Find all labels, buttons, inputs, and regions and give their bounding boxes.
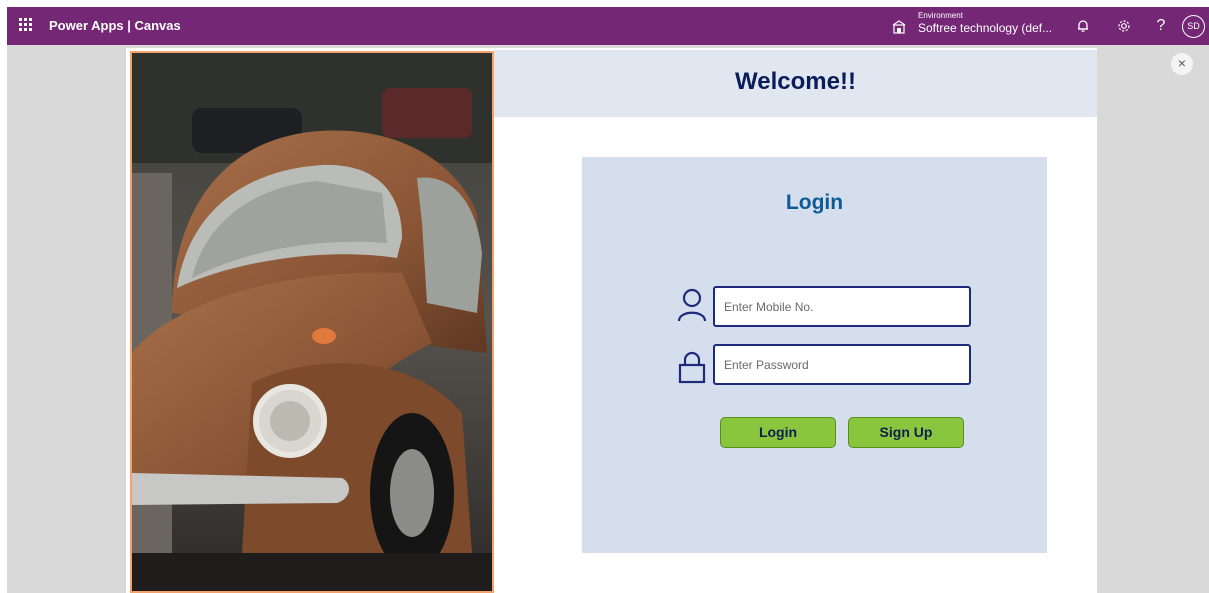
welcome-banner: Welcome!! [494,50,1097,117]
mobile-number-input[interactable] [713,286,971,327]
top-header-bar: Power Apps | Canvas Environment Softree … [7,7,1209,45]
password-input[interactable] [713,344,971,385]
login-title: Login [785,191,844,214]
environment-value: Softree technology (def... [918,21,1053,35]
login-panel: Login Login Sign Up [582,157,1047,553]
user-avatar[interactable]: SD [1182,15,1205,38]
login-button[interactable]: Login [720,417,836,448]
app-launcher-waffle-icon[interactable] [19,18,33,32]
lock-icon [678,351,706,384]
help-icon[interactable]: ? [1152,17,1170,35]
app-title[interactable]: Power Apps | Canvas [49,18,181,33]
sign-up-button[interactable]: Sign Up [848,417,964,448]
close-preview-button[interactable]: × [1171,53,1193,75]
app-screen: Welcome!! Login Login Sign Up [126,48,1097,593]
environment-label: Environment [918,11,963,20]
gear-icon[interactable] [1115,17,1133,35]
environment-selector[interactable]: Environment Softree technology (def... [918,11,1052,36]
bell-icon[interactable] [1074,17,1092,35]
canvas-workspace: × Welcome!! Login Enter Mobile No. Login… [7,45,1209,593]
welcome-title: Welcome!! [735,68,856,95]
environment-icon[interactable] [892,20,906,34]
user-icon [677,288,707,322]
car-photo-illustration [132,53,492,591]
car-photo [130,51,494,593]
